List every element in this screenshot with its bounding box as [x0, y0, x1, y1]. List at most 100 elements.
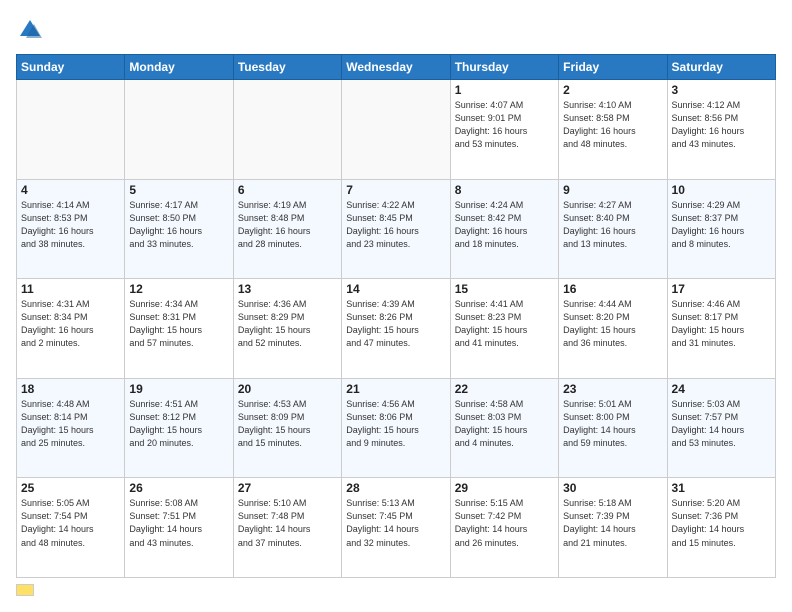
- calendar-cell: 23 Sunrise: 5:01 AM Sunset: 8:00 PM Dayli…: [559, 378, 667, 478]
- weekday-header-wednesday: Wednesday: [342, 55, 450, 80]
- day-info: Sunrise: 4:46 AM Sunset: 8:17 PM Dayligh…: [672, 298, 771, 350]
- calendar-cell: 12Sunrise: 4:34 AM Sunset: 8:31 PM Dayli…: [125, 279, 233, 379]
- calendar-cell: 31 Sunrise: 5:20 AM Sunset: 7:36 PM Dayli…: [667, 478, 775, 578]
- day-number: 17: [672, 282, 771, 296]
- calendar-cell: 1Sunrise: 4:07 AM Sunset: 9:01 PM Daylig…: [450, 80, 558, 180]
- calendar-cell: 28 Sunrise: 5:13 AM Sunset: 7:45 PM Dayli…: [342, 478, 450, 578]
- legend-color-box: [16, 584, 34, 596]
- day-info: Sunrise: 5:01 AM Sunset: 8:00 PM Dayligh…: [563, 398, 662, 450]
- day-number: 29: [455, 481, 554, 495]
- day-info: Sunrise: 4:41 AM Sunset: 8:23 PM Dayligh…: [455, 298, 554, 350]
- day-number: 15: [455, 282, 554, 296]
- weekday-header-sunday: Sunday: [17, 55, 125, 80]
- calendar-week-row: 1Sunrise: 4:07 AM Sunset: 9:01 PM Daylig…: [17, 80, 776, 180]
- calendar-week-row: 25 Sunrise: 5:05 AM Sunset: 7:54 PM Dayli…: [17, 478, 776, 578]
- day-number: 18: [21, 382, 120, 396]
- day-info: Sunrise: 5:03 AM Sunset: 7:57 PM Dayligh…: [672, 398, 771, 450]
- day-number: 31: [672, 481, 771, 495]
- day-number: 21: [346, 382, 445, 396]
- calendar-cell: 29 Sunrise: 5:15 AM Sunset: 7:42 PM Dayli…: [450, 478, 558, 578]
- weekday-header-thursday: Thursday: [450, 55, 558, 80]
- day-number: 25: [21, 481, 120, 495]
- calendar-cell: 8 Sunrise: 4:24 AM Sunset: 8:42 PM Daylig…: [450, 179, 558, 279]
- header: [16, 16, 776, 44]
- day-number: 9: [563, 183, 662, 197]
- day-info: Sunrise: 5:08 AM Sunset: 7:51 PM Dayligh…: [129, 497, 228, 549]
- day-info: Sunrise: 4:36 AM Sunset: 8:29 PM Dayligh…: [238, 298, 337, 350]
- day-info: Sunrise: 4:17 AM Sunset: 8:50 PM Dayligh…: [129, 199, 228, 251]
- weekday-header-monday: Monday: [125, 55, 233, 80]
- weekday-header-friday: Friday: [559, 55, 667, 80]
- day-number: 6: [238, 183, 337, 197]
- day-number: 8: [455, 183, 554, 197]
- calendar-cell: 26 Sunrise: 5:08 AM Sunset: 7:51 PM Dayli…: [125, 478, 233, 578]
- day-number: 2: [563, 83, 662, 97]
- day-number: 16: [563, 282, 662, 296]
- calendar-cell: 24 Sunrise: 5:03 AM Sunset: 7:57 PM Dayli…: [667, 378, 775, 478]
- day-info: Sunrise: 4:51 AM Sunset: 8:12 PM Dayligh…: [129, 398, 228, 450]
- day-info: Sunrise: 5:10 AM Sunset: 7:48 PM Dayligh…: [238, 497, 337, 549]
- calendar-cell: 5 Sunrise: 4:17 AM Sunset: 8:50 PM Daylig…: [125, 179, 233, 279]
- day-number: 19: [129, 382, 228, 396]
- day-number: 30: [563, 481, 662, 495]
- day-number: 28: [346, 481, 445, 495]
- day-number: 13: [238, 282, 337, 296]
- calendar-cell: 9 Sunrise: 4:27 AM Sunset: 8:40 PM Daylig…: [559, 179, 667, 279]
- calendar-week-row: 4Sunrise: 4:14 AM Sunset: 8:53 PM Daylig…: [17, 179, 776, 279]
- calendar-cell: 3 Sunrise: 4:12 AM Sunset: 8:56 PM Daylig…: [667, 80, 775, 180]
- day-info: Sunrise: 4:22 AM Sunset: 8:45 PM Dayligh…: [346, 199, 445, 251]
- calendar-cell: 20Sunrise: 4:53 AM Sunset: 8:09 PM Dayli…: [233, 378, 341, 478]
- day-info: Sunrise: 4:39 AM Sunset: 8:26 PM Dayligh…: [346, 298, 445, 350]
- calendar-cell: [233, 80, 341, 180]
- calendar-cell: 4Sunrise: 4:14 AM Sunset: 8:53 PM Daylig…: [17, 179, 125, 279]
- day-info: Sunrise: 4:29 AM Sunset: 8:37 PM Dayligh…: [672, 199, 771, 251]
- calendar-week-row: 18 Sunrise: 4:48 AM Sunset: 8:14 PM Dayli…: [17, 378, 776, 478]
- day-info: Sunrise: 4:58 AM Sunset: 8:03 PM Dayligh…: [455, 398, 554, 450]
- day-number: 3: [672, 83, 771, 97]
- calendar-cell: 27 Sunrise: 5:10 AM Sunset: 7:48 PM Dayli…: [233, 478, 341, 578]
- day-number: 1: [455, 83, 554, 97]
- day-number: 27: [238, 481, 337, 495]
- day-info: Sunrise: 4:10 AM Sunset: 8:58 PM Dayligh…: [563, 99, 662, 151]
- day-info: Sunrise: 4:27 AM Sunset: 8:40 PM Dayligh…: [563, 199, 662, 251]
- calendar-cell: 17 Sunrise: 4:46 AM Sunset: 8:17 PM Dayli…: [667, 279, 775, 379]
- logo: [16, 16, 48, 44]
- day-number: 23: [563, 382, 662, 396]
- weekday-header-row: SundayMondayTuesdayWednesdayThursdayFrid…: [17, 55, 776, 80]
- calendar-cell: [342, 80, 450, 180]
- day-info: Sunrise: 4:19 AM Sunset: 8:48 PM Dayligh…: [238, 199, 337, 251]
- day-number: 10: [672, 183, 771, 197]
- calendar-cell: 21 Sunrise: 4:56 AM Sunset: 8:06 PM Dayli…: [342, 378, 450, 478]
- calendar-cell: 25 Sunrise: 5:05 AM Sunset: 7:54 PM Dayli…: [17, 478, 125, 578]
- day-number: 5: [129, 183, 228, 197]
- day-info: Sunrise: 5:05 AM Sunset: 7:54 PM Dayligh…: [21, 497, 120, 549]
- day-info: Sunrise: 4:14 AM Sunset: 8:53 PM Dayligh…: [21, 199, 120, 251]
- day-info: Sunrise: 4:53 AM Sunset: 8:09 PM Dayligh…: [238, 398, 337, 450]
- day-info: Sunrise: 4:34 AM Sunset: 8:31 PM Dayligh…: [129, 298, 228, 350]
- day-number: 7: [346, 183, 445, 197]
- day-info: Sunrise: 5:20 AM Sunset: 7:36 PM Dayligh…: [672, 497, 771, 549]
- page: SundayMondayTuesdayWednesdayThursdayFrid…: [0, 0, 792, 612]
- day-number: 26: [129, 481, 228, 495]
- day-number: 22: [455, 382, 554, 396]
- day-info: Sunrise: 4:44 AM Sunset: 8:20 PM Dayligh…: [563, 298, 662, 350]
- day-info: Sunrise: 5:15 AM Sunset: 7:42 PM Dayligh…: [455, 497, 554, 549]
- calendar-cell: 22 Sunrise: 4:58 AM Sunset: 8:03 PM Dayli…: [450, 378, 558, 478]
- day-info: Sunrise: 4:12 AM Sunset: 8:56 PM Dayligh…: [672, 99, 771, 151]
- calendar-cell: 15 Sunrise: 4:41 AM Sunset: 8:23 PM Dayli…: [450, 279, 558, 379]
- day-info: Sunrise: 4:48 AM Sunset: 8:14 PM Dayligh…: [21, 398, 120, 450]
- day-number: 14: [346, 282, 445, 296]
- calendar-cell: 6 Sunrise: 4:19 AM Sunset: 8:48 PM Daylig…: [233, 179, 341, 279]
- day-info: Sunrise: 4:24 AM Sunset: 8:42 PM Dayligh…: [455, 199, 554, 251]
- day-number: 24: [672, 382, 771, 396]
- day-info: Sunrise: 5:18 AM Sunset: 7:39 PM Dayligh…: [563, 497, 662, 549]
- day-info: Sunrise: 5:13 AM Sunset: 7:45 PM Dayligh…: [346, 497, 445, 549]
- weekday-header-saturday: Saturday: [667, 55, 775, 80]
- footer: [16, 584, 776, 596]
- calendar-cell: 13 Sunrise: 4:36 AM Sunset: 8:29 PM Dayli…: [233, 279, 341, 379]
- calendar-cell: 18 Sunrise: 4:48 AM Sunset: 8:14 PM Dayli…: [17, 378, 125, 478]
- calendar-cell: 19 Sunrise: 4:51 AM Sunset: 8:12 PM Dayli…: [125, 378, 233, 478]
- day-info: Sunrise: 4:56 AM Sunset: 8:06 PM Dayligh…: [346, 398, 445, 450]
- calendar-cell: 10 Sunrise: 4:29 AM Sunset: 8:37 PM Dayli…: [667, 179, 775, 279]
- logo-icon: [16, 16, 44, 44]
